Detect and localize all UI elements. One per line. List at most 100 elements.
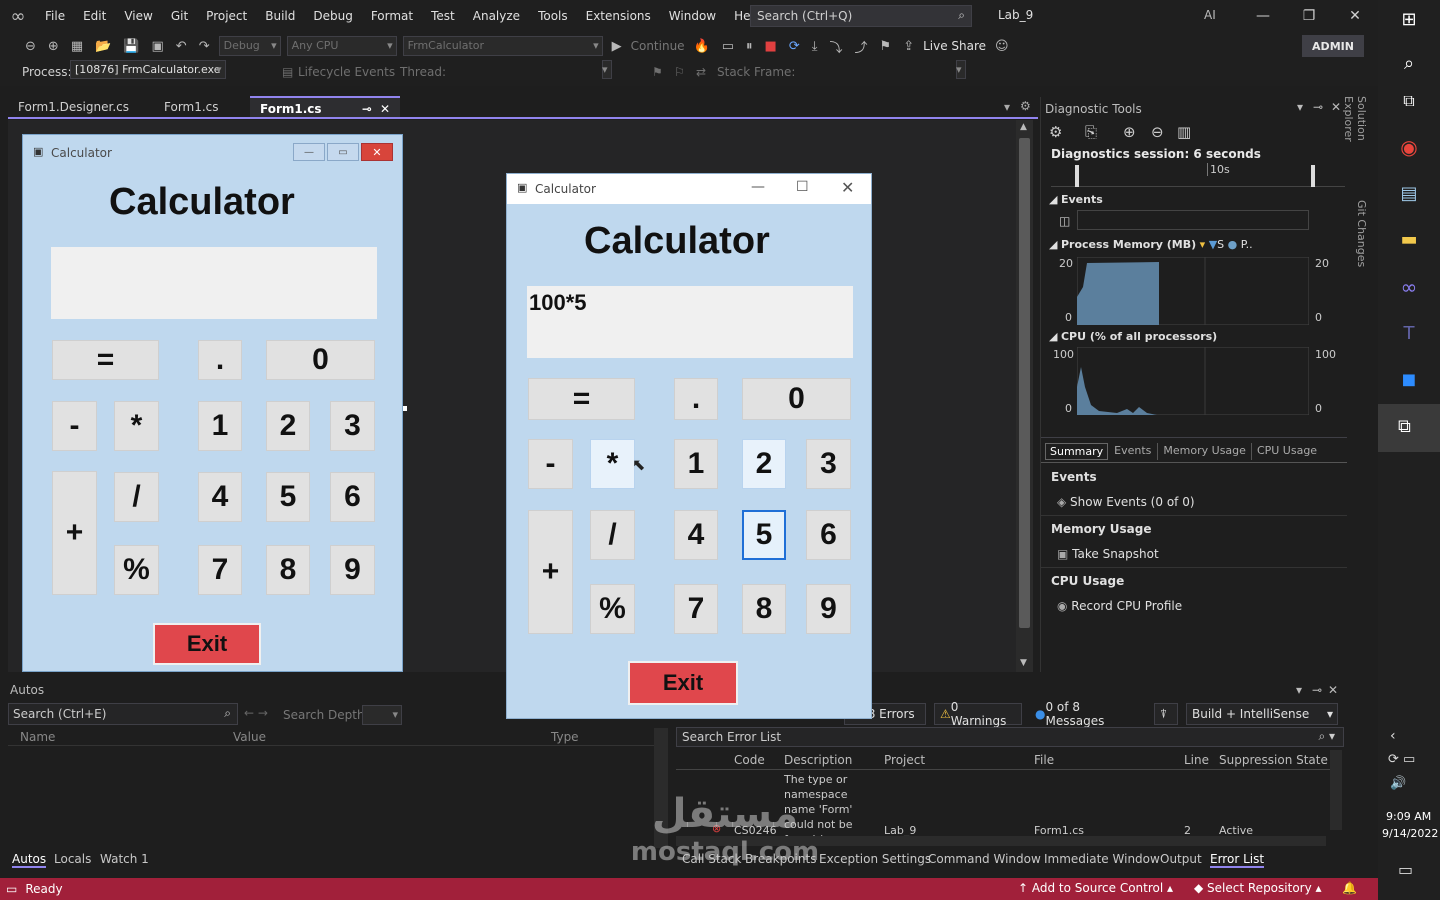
record-cpu-link[interactable]: ◉ Record CPU Profile xyxy=(1057,599,1182,613)
menu-window[interactable]: Window xyxy=(660,0,725,32)
breakpoints-icon[interactable]: ⚑ xyxy=(877,39,895,54)
design-button-7[interactable]: 7 xyxy=(198,545,242,595)
menu-build[interactable]: Build xyxy=(256,0,304,32)
design-button-6[interactable]: 6 xyxy=(330,472,375,522)
restore-icon[interactable]: ❐ xyxy=(1286,0,1332,32)
errorlist-close-icon[interactable]: ✕ xyxy=(1328,683,1338,697)
tab-exception-settings[interactable]: Exception Settings xyxy=(819,852,931,866)
diag-tab-events[interactable]: Events xyxy=(1108,443,1159,460)
diag-tab-summary[interactable]: Summary xyxy=(1045,443,1109,460)
menu-analyze[interactable]: Analyze xyxy=(464,0,529,32)
tab-error-list[interactable]: Error List xyxy=(1210,852,1265,868)
live-share-icon[interactable]: ⇪ xyxy=(900,39,917,54)
calc-button-divide[interactable]: / xyxy=(590,510,635,560)
calc-button-6[interactable]: 6 xyxy=(806,510,851,560)
tab-form1-designer[interactable]: Form1.Designer.cs xyxy=(8,96,154,118)
open-icon[interactable]: 📂 xyxy=(92,39,114,54)
save-all-icon[interactable]: ▣ xyxy=(148,39,166,54)
save-icon[interactable]: 💾 xyxy=(120,39,142,54)
design-button-3[interactable]: 3 xyxy=(330,401,375,451)
events-pause-icon[interactable]: ◫ xyxy=(1059,214,1070,228)
calculator-titlebar[interactable]: ▣ Calculator xyxy=(507,174,871,204)
zoom-in-icon[interactable]: ⊕ xyxy=(1123,123,1136,141)
browser-icon[interactable]: ▭ xyxy=(719,39,737,54)
timeline-start-handle[interactable] xyxy=(1075,165,1079,187)
design-button-minus[interactable]: - xyxy=(52,401,97,451)
search-depth-combo[interactable] xyxy=(362,705,402,725)
tab-dropdown-icon[interactable]: ▾ xyxy=(1004,100,1010,114)
teams-icon[interactable]: T xyxy=(1394,318,1424,348)
step-over-icon[interactable]: ⤓ xyxy=(809,39,821,54)
errorlist-col-code[interactable]: Code xyxy=(734,753,765,767)
timeline-ruler[interactable]: 10s xyxy=(1051,163,1345,187)
zoom-icon[interactable]: ◼ xyxy=(1394,364,1424,394)
tab-form1-design[interactable]: Form1.cs [Design] ⊸ ✕ xyxy=(250,96,400,138)
autos-tab-watch1[interactable]: Watch 1 xyxy=(100,852,149,866)
zoom-out-icon[interactable]: ⊖ xyxy=(1151,123,1164,141)
side-tab-git-changes[interactable]: Git Changes xyxy=(1354,200,1368,270)
calc-button-4[interactable]: 4 xyxy=(674,510,718,560)
tab-immediate-window[interactable]: Immediate Window xyxy=(1044,852,1160,866)
live-share-label[interactable]: Live Share xyxy=(923,39,986,53)
clock-time[interactable]: 9:09 AM xyxy=(1386,810,1431,823)
menu-debug[interactable]: Debug xyxy=(304,0,361,32)
process-combo[interactable]: [10876] FrmCalculator.exe xyxy=(70,60,226,79)
menu-view[interactable]: View xyxy=(115,0,161,32)
design-button-plus[interactable]: + xyxy=(52,471,97,595)
stack-frame-combo[interactable] xyxy=(955,60,966,79)
scroll-up-icon[interactable]: ▲ xyxy=(1020,122,1027,132)
diag-pin-icon[interactable]: ⊸ xyxy=(1313,100,1323,114)
design-button-5[interactable]: 5 xyxy=(266,472,310,522)
calculator-taskbar-item[interactable]: ⧉ xyxy=(1378,404,1440,452)
forward-icon[interactable]: ⊕ xyxy=(45,39,62,54)
menu-format[interactable]: Format xyxy=(362,0,422,32)
design-button-percent[interactable]: % xyxy=(114,545,159,595)
calc-button-dot[interactable]: . xyxy=(674,378,718,420)
scroll-down-icon[interactable]: ▼ xyxy=(1020,658,1027,668)
minimize-icon[interactable]: — xyxy=(1240,0,1286,32)
continue-label[interactable]: Continue xyxy=(631,39,685,53)
tray-network-icon[interactable]: ⟳ ▭ xyxy=(1388,752,1415,767)
menu-project[interactable]: Project xyxy=(197,0,256,32)
design-form[interactable]: ▣ Calculator — ▭ ✕ Calculator = . 0 - * … xyxy=(22,134,403,672)
pin-icon[interactable]: ⊸ xyxy=(362,98,372,118)
calc-button-9[interactable]: 9 xyxy=(806,584,851,634)
calc-maximize-icon[interactable]: ☐ xyxy=(796,179,809,195)
design-button-2[interactable]: 2 xyxy=(266,401,310,451)
flag-icon[interactable]: ⚑ xyxy=(652,65,663,79)
thread-combo[interactable] xyxy=(601,60,612,79)
autos-col-name[interactable]: Name xyxy=(20,730,55,744)
calc-button-equals[interactable]: = xyxy=(528,378,635,420)
diag-settings-icon[interactable]: ⚙ xyxy=(1049,123,1062,141)
menu-file[interactable]: File xyxy=(36,0,74,32)
calc-minimize-icon[interactable]: — xyxy=(751,179,765,195)
design-button-zero[interactable]: 0 xyxy=(266,340,375,380)
errorlist-search-box[interactable]: Search Error List ⌕ ▾ xyxy=(676,727,1344,747)
visual-studio-logo-icon[interactable]: ∞ xyxy=(0,0,36,32)
errorlist-scope-combo[interactable]: Build + IntelliSense ▾ xyxy=(1186,703,1338,725)
autos-tab-locals[interactable]: Locals xyxy=(54,852,91,866)
autos-search-box[interactable]: Search (Ctrl+E) ⌕ xyxy=(8,703,238,725)
notifications-icon[interactable]: 🔔 xyxy=(1342,881,1357,895)
lifecycle-label[interactable]: Lifecycle Events xyxy=(298,65,395,79)
design-exit-button[interactable]: Exit xyxy=(153,623,261,665)
calc-close-icon[interactable]: ✕ xyxy=(841,178,854,197)
chrome-icon[interactable]: ◉ xyxy=(1394,132,1424,162)
menu-extensions[interactable]: Extensions xyxy=(577,0,660,32)
calc-button-7[interactable]: 7 xyxy=(674,584,718,634)
show-events-link[interactable]: ◈ Show Events (0 of 0) xyxy=(1057,495,1195,509)
file-explorer-icon[interactable]: ▬ xyxy=(1394,224,1424,254)
add-source-control[interactable]: ↑ Add to Source Control ▴ xyxy=(1018,881,1173,895)
restart-icon[interactable]: ⟳ xyxy=(786,39,803,54)
design-button-multiply[interactable]: * xyxy=(114,401,159,451)
task-view-icon[interactable]: ⧉ xyxy=(1394,86,1424,116)
back-icon[interactable]: ⊖ xyxy=(22,39,39,54)
global-search-box[interactable]: Search (Ctrl+Q) ⌕ xyxy=(750,5,972,27)
errorlist-col-file[interactable]: File xyxy=(1034,753,1054,767)
errorlist-vscroll[interactable] xyxy=(1330,750,1342,830)
design-button-equals[interactable]: = xyxy=(52,340,159,380)
continue-icon[interactable]: ▶ xyxy=(609,39,625,54)
tab-settings-icon[interactable]: ⚙ xyxy=(1020,99,1031,113)
calculator-window[interactable]: ▣ Calculator — ☐ ✕ Calculator 100*5 = . … xyxy=(506,173,872,719)
calc-button-percent[interactable]: % xyxy=(590,584,635,634)
